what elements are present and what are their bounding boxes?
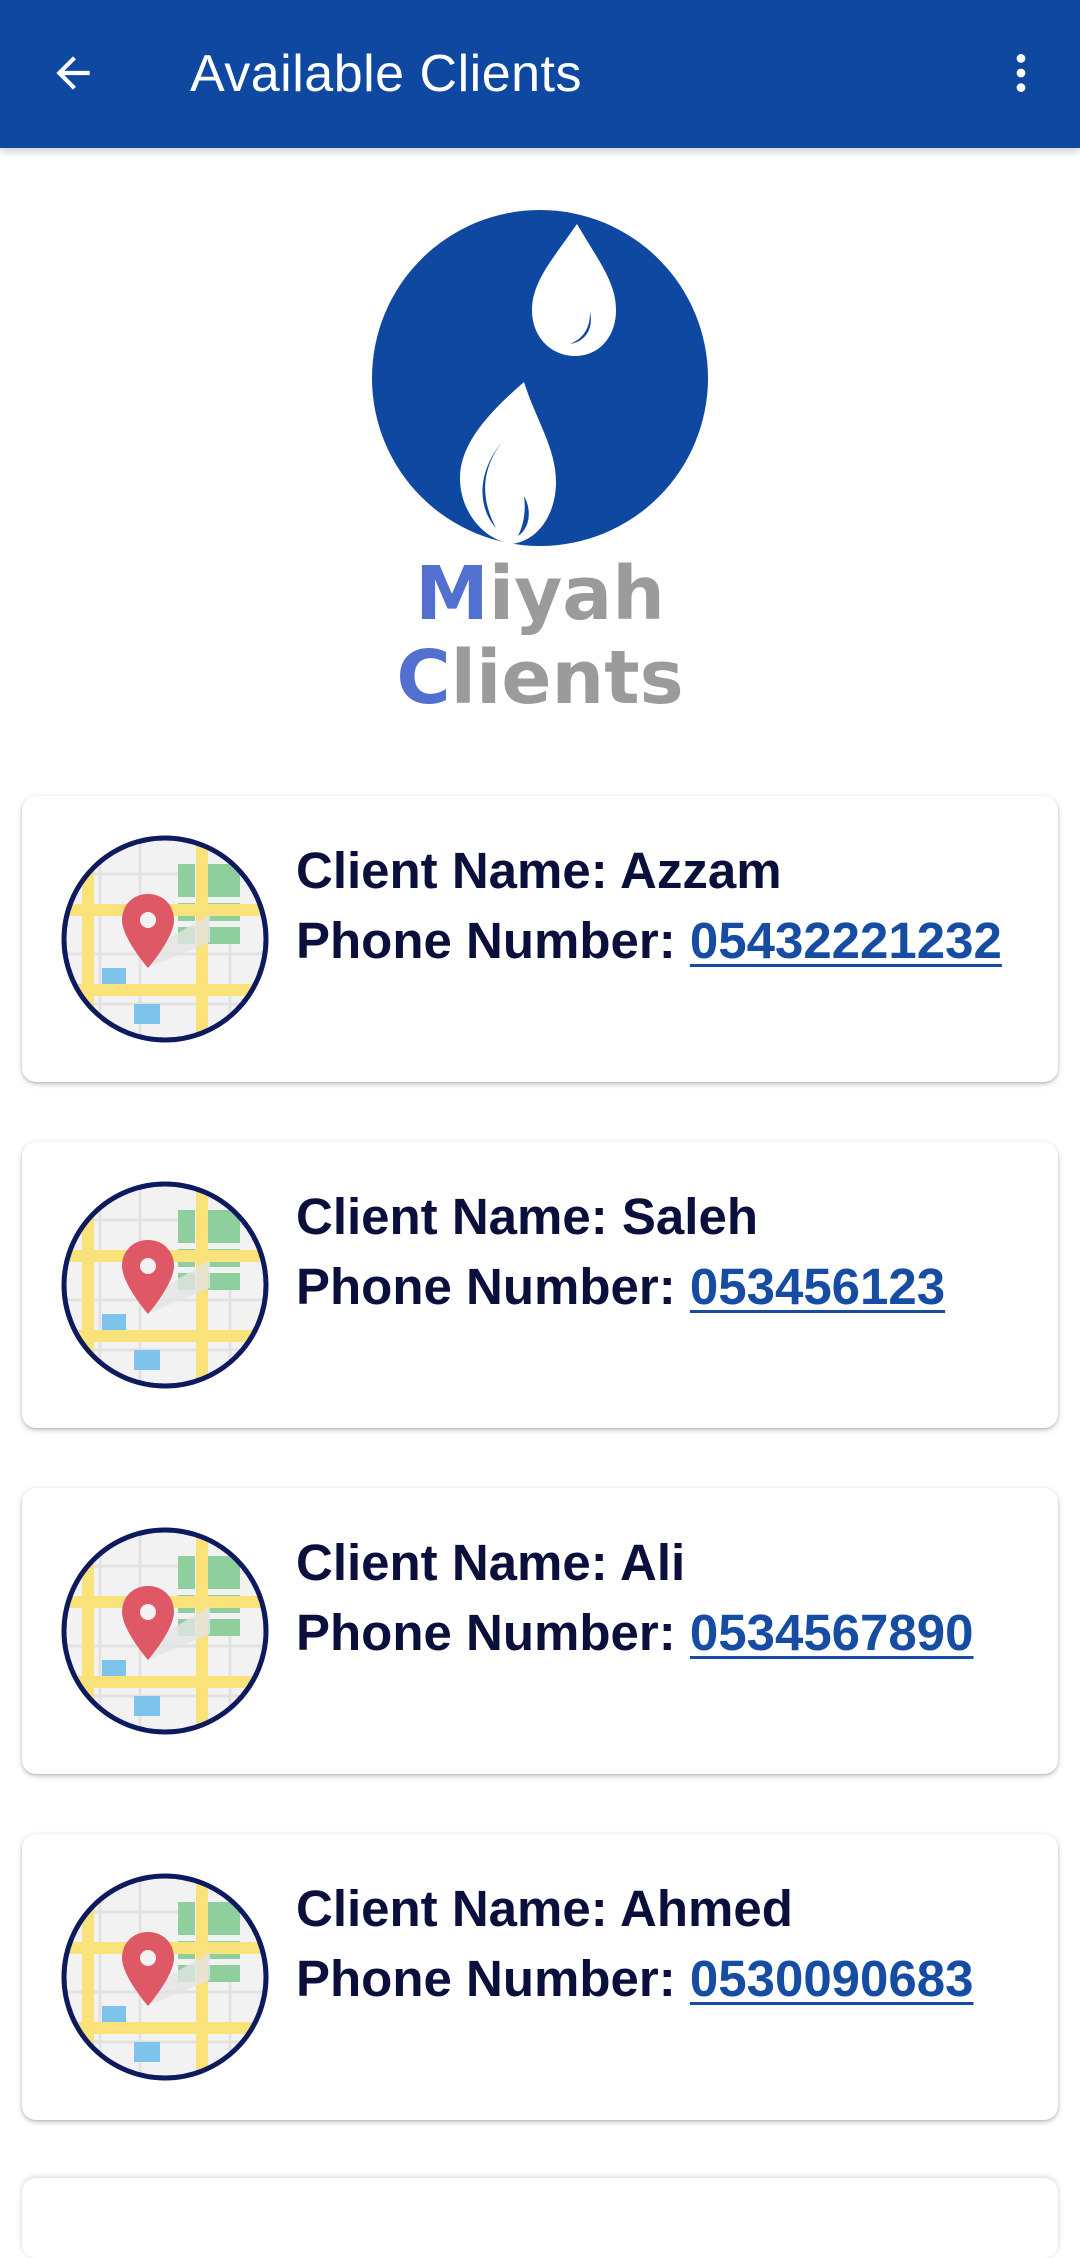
- client-name: Ali: [620, 1534, 686, 1591]
- app-bar: Available Clients: [0, 0, 1080, 148]
- map-pin-icon[interactable]: [60, 834, 270, 1044]
- map-pin-icon[interactable]: [60, 1526, 270, 1736]
- phone-row: Phone Number: 05432221232: [296, 906, 1038, 976]
- map-pin-icon[interactable]: [60, 1872, 270, 2082]
- client-name: Saleh: [621, 1188, 758, 1245]
- brand-logo: Miyah Clients: [0, 210, 1080, 720]
- client-card-partial[interactable]: [22, 2178, 1058, 2258]
- client-card[interactable]: Client Name: Ali Phone Number: 053456789…: [22, 1488, 1058, 1774]
- client-name-label: Client Name:: [296, 1188, 608, 1245]
- phone-label: Phone Number:: [296, 1950, 676, 2007]
- client-info: Client Name: Ahmed Phone Number: 0530090…: [296, 1874, 1038, 2014]
- brand-initial-m: M: [415, 551, 489, 637]
- phone-link[interactable]: 0534567890: [690, 1604, 974, 1661]
- arrow-left-icon: [56, 56, 90, 90]
- brand-name: Miyah Clients: [396, 552, 683, 720]
- phone-label: Phone Number:: [296, 1258, 676, 1315]
- more-vert-icon: [1016, 54, 1026, 92]
- phone-label: Phone Number:: [296, 912, 676, 969]
- brand-initial-c: C: [396, 635, 451, 721]
- client-name-row: Client Name: Ahmed: [296, 1874, 1038, 1944]
- map-pin-icon[interactable]: [60, 1180, 270, 1390]
- page-title: Available Clients: [190, 45, 582, 103]
- client-name-row: Client Name: Azzam: [296, 836, 1038, 906]
- phone-link[interactable]: 05432221232: [690, 912, 1002, 969]
- client-info: Client Name: Ali Phone Number: 053456789…: [296, 1528, 1038, 1668]
- brand-rest-1: iyah: [488, 551, 665, 637]
- client-name-label: Client Name:: [296, 842, 608, 899]
- client-card[interactable]: Client Name: Azzam Phone Number: 0543222…: [22, 796, 1058, 1082]
- brand-line-1: Miyah: [415, 552, 665, 636]
- phone-link[interactable]: 053456123: [690, 1258, 945, 1315]
- client-list: Client Name: Azzam Phone Number: 0543222…: [22, 796, 1058, 2180]
- back-button[interactable]: [38, 38, 108, 108]
- client-info: Client Name: Saleh Phone Number: 0534561…: [296, 1182, 1038, 1322]
- client-card[interactable]: Client Name: Saleh Phone Number: 0534561…: [22, 1142, 1058, 1428]
- client-info: Client Name: Azzam Phone Number: 0543222…: [296, 836, 1038, 976]
- phone-row: Phone Number: 053456123: [296, 1252, 1038, 1322]
- client-card[interactable]: Client Name: Ahmed Phone Number: 0530090…: [22, 1834, 1058, 2120]
- client-name-label: Client Name:: [296, 1534, 608, 1591]
- client-name-row: Client Name: Ali: [296, 1528, 1038, 1598]
- client-name-label: Client Name:: [296, 1880, 608, 1937]
- client-name: Azzam: [620, 842, 782, 899]
- overflow-menu-button[interactable]: [986, 38, 1056, 108]
- brand-rest-2: lients: [450, 635, 684, 721]
- client-name-row: Client Name: Saleh: [296, 1182, 1038, 1252]
- phone-label: Phone Number:: [296, 1604, 676, 1661]
- brand-line-2: Clients: [396, 636, 683, 720]
- phone-link[interactable]: 0530090683: [690, 1950, 974, 2007]
- phone-row: Phone Number: 0534567890: [296, 1598, 1038, 1668]
- client-name: Ahmed: [620, 1880, 793, 1937]
- phone-row: Phone Number: 0530090683: [296, 1944, 1038, 2014]
- water-drops-logo-icon: [372, 210, 708, 546]
